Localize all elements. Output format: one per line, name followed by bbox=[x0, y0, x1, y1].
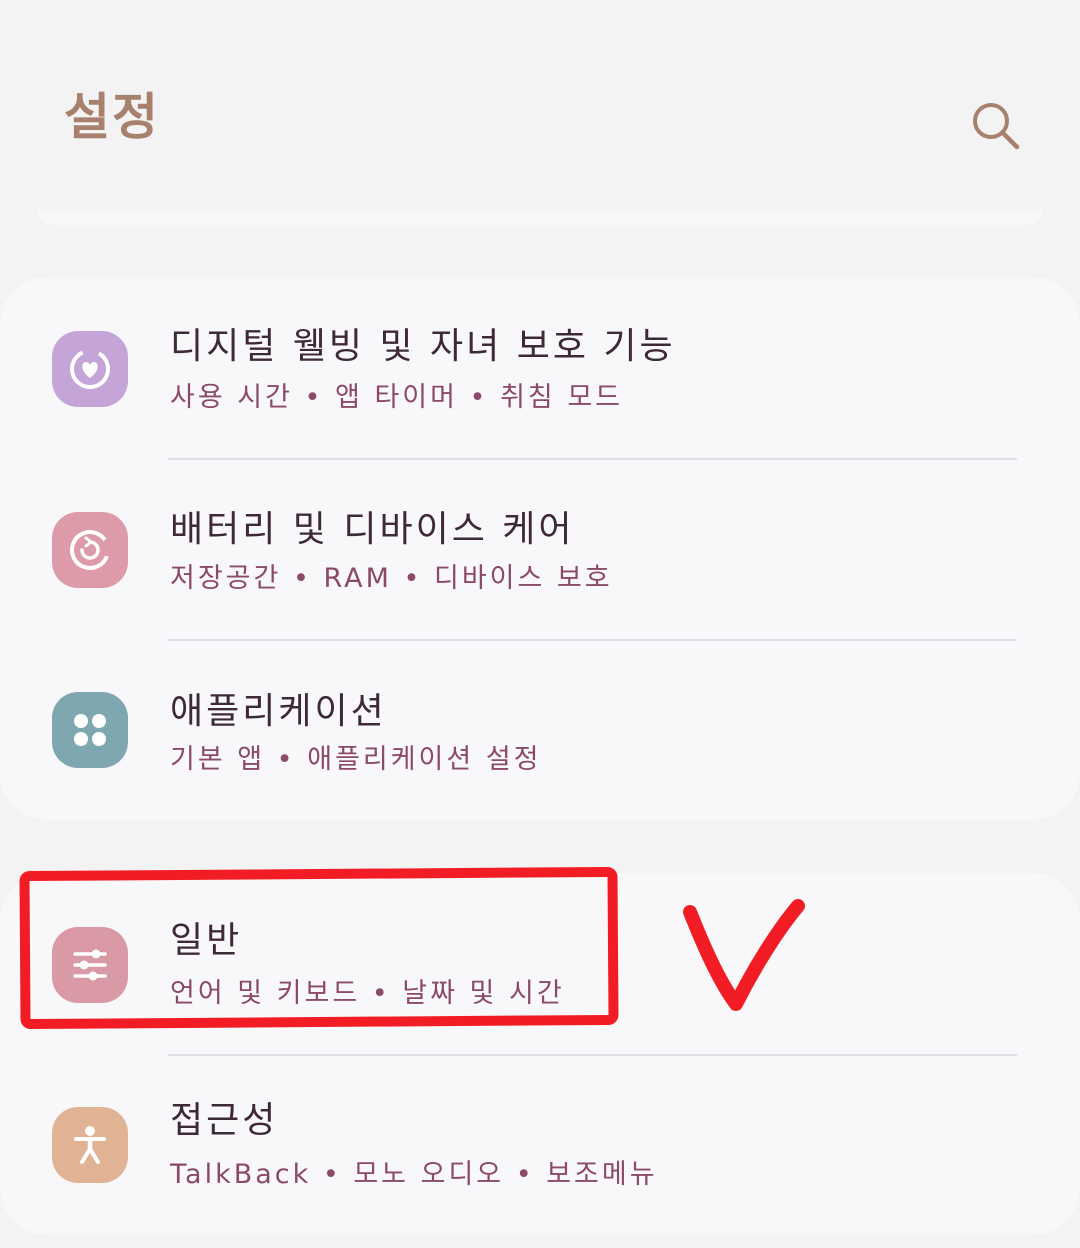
settings-item-applications[interactable]: 애플리케이션 기본 앱 • 애플리케이션 설정 bbox=[0, 640, 1080, 820]
search-button[interactable] bbox=[966, 96, 1026, 156]
settings-item-subtitle: 저장공간 • RAM • 디바이스 보호 bbox=[170, 563, 613, 594]
search-icon bbox=[973, 103, 1020, 150]
settings-item-title: 일반 bbox=[170, 920, 243, 961]
settings-item-device-care[interactable]: 배터리 및 디바이스 케어 저장공간 • RAM • 디바이스 보호 bbox=[0, 459, 1080, 639]
general-management-icon bbox=[52, 927, 128, 1003]
settings-item-general-management[interactable]: 일반 언어 및 키보드 • 날짜 및 시간 bbox=[0, 873, 1080, 1053]
settings-item-title: 디지털 웰빙 및 자녀 보호 기능 bbox=[170, 326, 676, 367]
settings-card-group-2: 일반 언어 및 키보드 • 날짜 및 시간 접근성 TalkBack • 모노 … bbox=[0, 873, 1080, 1235]
device-care-icon bbox=[52, 512, 128, 588]
settings-item-accessibility[interactable]: 접근성 TalkBack • 모노 오디오 • 보조메뉴 bbox=[0, 1055, 1080, 1235]
settings-item-digital-wellbeing[interactable]: 디지털 웰빙 및 자녀 보호 기능 사용 시간 • 앱 타이머 • 취침 모드 bbox=[0, 277, 1080, 457]
settings-item-subtitle: 사용 시간 • 앱 타이머 • 취침 모드 bbox=[170, 382, 624, 413]
accessibility-icon bbox=[52, 1107, 128, 1183]
digital-wellbeing-icon bbox=[52, 331, 128, 407]
previous-card-edge bbox=[38, 211, 1042, 225]
settings-item-title: 접근성 bbox=[170, 1100, 279, 1141]
settings-item-subtitle: 언어 및 키보드 • 날짜 및 시간 bbox=[170, 978, 565, 1009]
settings-item-title: 배터리 및 디바이스 케어 bbox=[170, 509, 575, 550]
settings-item-subtitle: TalkBack • 모노 오디오 • 보조메뉴 bbox=[170, 1159, 658, 1190]
settings-card-group-1: 디지털 웰빙 및 자녀 보호 기능 사용 시간 • 앱 타이머 • 취침 모드 … bbox=[0, 277, 1080, 820]
page-title: 설정 bbox=[64, 88, 160, 146]
apps-icon bbox=[52, 692, 128, 768]
settings-item-title: 애플리케이션 bbox=[170, 691, 387, 732]
settings-item-subtitle: 기본 앱 • 애플리케이션 설정 bbox=[170, 744, 542, 775]
